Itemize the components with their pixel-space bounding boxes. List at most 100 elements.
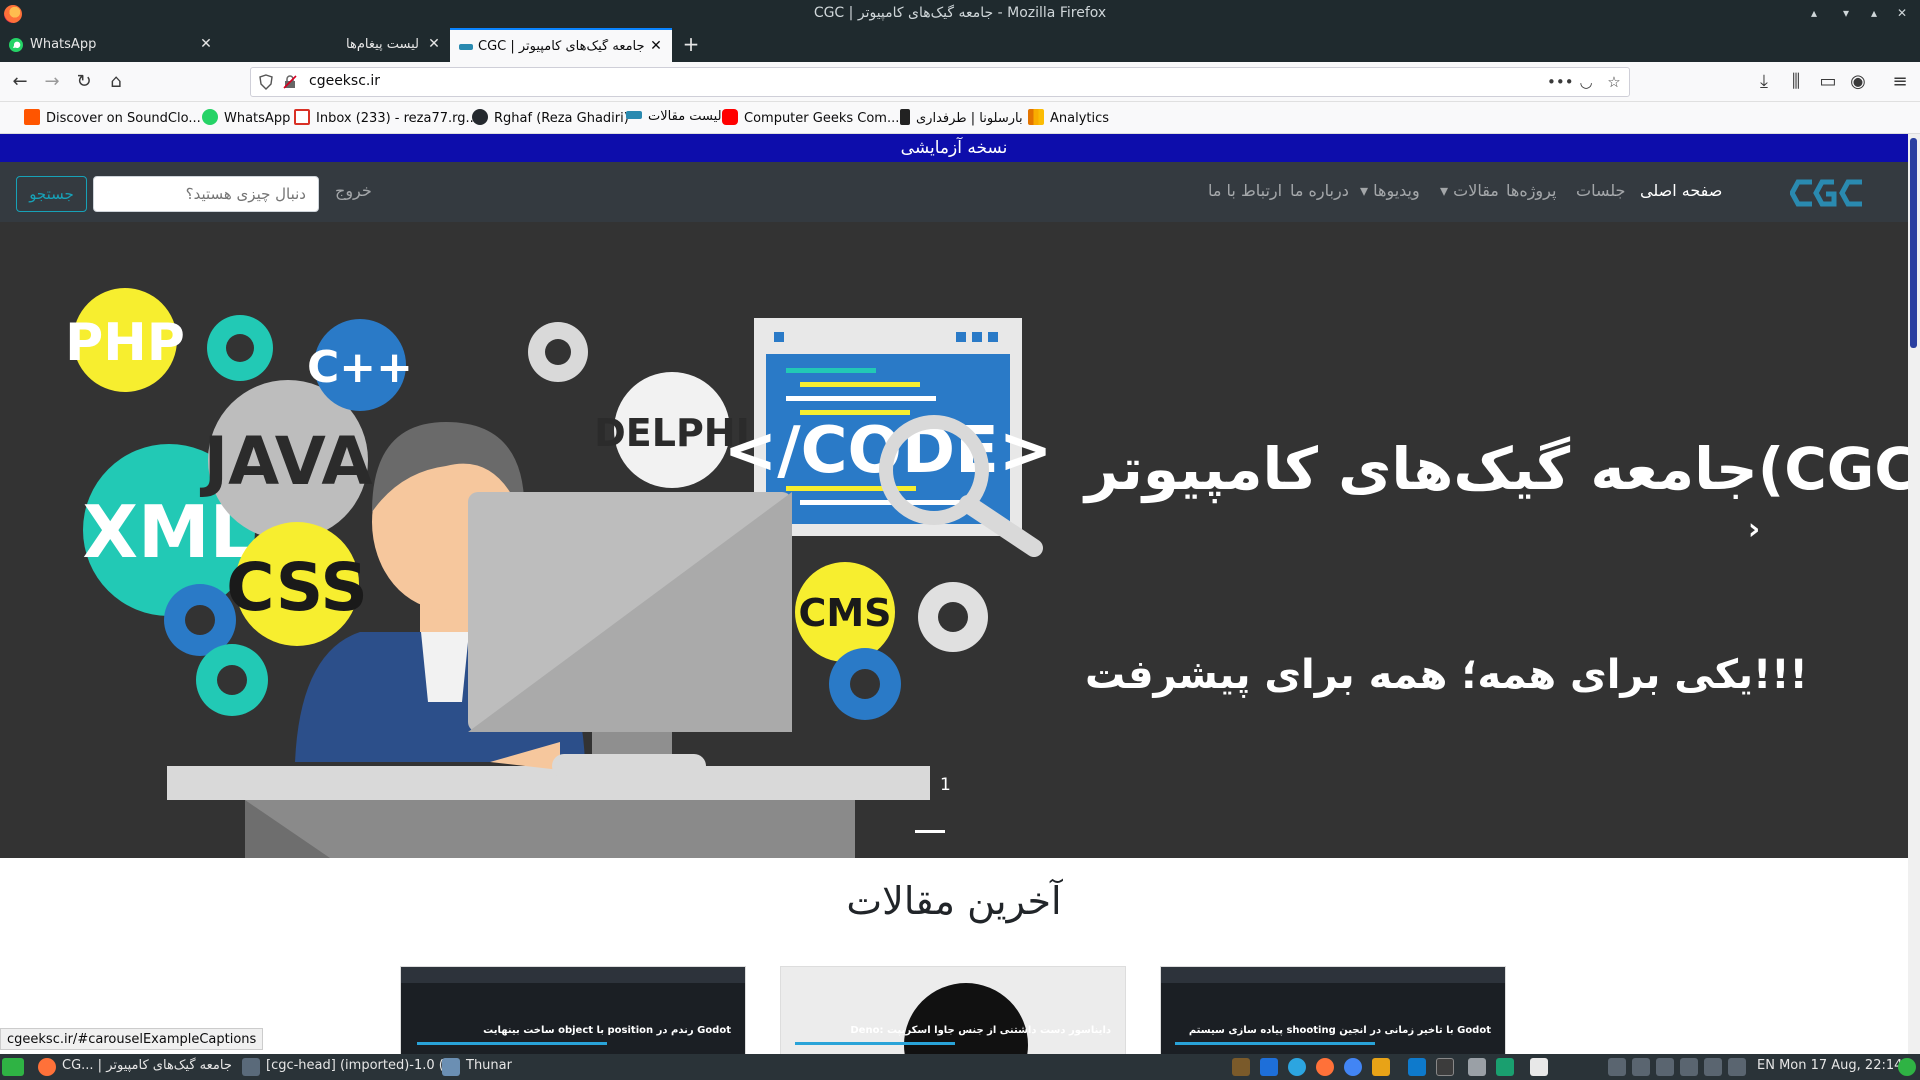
php-label: PHP (65, 313, 185, 373)
window-titlebar: CGC | جامعه گیک‌های کامپیوتر - Mozilla F… (0, 0, 1920, 28)
gear-icon (918, 582, 988, 652)
gear-icon (528, 322, 588, 382)
terminal-icon[interactable] (1436, 1058, 1454, 1076)
nav-projects[interactable]: پروژه‌ها (1506, 181, 1556, 200)
vscode-icon[interactable] (1408, 1058, 1426, 1076)
attachment-icon[interactable] (1656, 1058, 1674, 1076)
article-card[interactable]: ساخت بینهایت object با position رندم در … (400, 966, 746, 1054)
gmail-icon (294, 109, 310, 125)
close-tab-icon[interactable]: ✕ (648, 38, 664, 54)
bookmark-youtube[interactable]: Computer Geeks Com... (722, 109, 899, 127)
home-icon[interactable]: ⌂ (104, 70, 128, 94)
tab-label: CGC | جامعه گیک‌های کامپیوتر (478, 39, 644, 54)
window-icon[interactable] (1468, 1058, 1486, 1076)
restore-icon[interactable]: ▾ (1838, 5, 1854, 21)
card-caption: پیاده سازی سیستم shooting با تاخیر زمانی… (1188, 1025, 1491, 1036)
shield-icon[interactable] (1704, 1058, 1722, 1076)
hero-carousel: PHP XML JAVA C++ CSS DELPHI CMS </CODE> … (0, 222, 1908, 858)
bookmark-soundcloud[interactable]: Discover on SoundClo... (24, 109, 201, 127)
carousel-indicator[interactable] (915, 830, 945, 833)
java-label: JAVA (200, 423, 373, 500)
github-icon (472, 109, 488, 125)
app-icon[interactable] (1496, 1058, 1514, 1076)
bookmark-tarafdari[interactable]: بارسلونا | طرفداری (900, 109, 1023, 127)
article-card[interactable]: Deno: دایناسور دست داشتنی از جنس جاوا اس… (780, 966, 1126, 1054)
bookmark-analytics[interactable]: Analytics (1028, 109, 1109, 127)
filezilla-icon[interactable] (1372, 1058, 1390, 1076)
nav-contact[interactable]: ارتباط با ما (1208, 181, 1282, 200)
bookmarks-toolbar: Discover on SoundClo... WhatsApp Inbox (… (0, 102, 1920, 134)
bookmark-star-icon[interactable]: ☆ (1603, 71, 1625, 93)
nav-sessions[interactable]: جلسات (1576, 181, 1625, 200)
bookmark-articles[interactable]: لیست مقالات (626, 109, 722, 127)
taskbar-virtualbox[interactable]: [cgc-head] (imported)-1.0 (... (266, 1058, 456, 1073)
maximize-icon[interactable]: ▴ (1866, 5, 1882, 21)
whatsapp-icon (202, 109, 218, 125)
nav-articles-dropdown[interactable]: ▾ مقالات (1440, 181, 1499, 200)
firefox-window-icon[interactable] (1530, 1058, 1548, 1076)
close-tab-icon[interactable]: ✕ (198, 36, 214, 52)
reload-icon[interactable]: ↻ (72, 70, 96, 94)
chart-app-icon[interactable] (1260, 1058, 1278, 1076)
forward-icon[interactable]: → (40, 70, 64, 94)
cms-label: CMS (798, 591, 891, 635)
tray-icon[interactable] (1608, 1058, 1626, 1076)
nav-home[interactable]: صفحه اصلی (1640, 181, 1722, 200)
card-caption: Deno: دایناسور دست داشتنی از جنس جاوا اس… (850, 1025, 1111, 1036)
minimize-icon[interactable]: ▴ (1806, 5, 1822, 21)
clipboard-icon[interactable] (1632, 1058, 1650, 1076)
card-thumbnail-toolbar (401, 967, 745, 983)
sidebar-icon[interactable]: ▭ (1816, 70, 1840, 94)
downloads-icon[interactable]: ⤓ (1752, 70, 1776, 94)
page-scrollbar[interactable] (1908, 134, 1920, 1054)
search-button[interactable]: جستجو (16, 176, 87, 212)
bookmark-whatsapp[interactable]: WhatsApp (202, 109, 290, 127)
gear-icon (196, 644, 268, 716)
close-window-icon[interactable]: ✕ (1894, 5, 1910, 21)
search-input[interactable] (93, 176, 319, 212)
library-icon[interactable]: ⫼ (1784, 70, 1808, 94)
css-label: CSS (226, 549, 368, 626)
power-icon[interactable] (1898, 1058, 1916, 1076)
article-card[interactable]: پیاده سازی سیستم shooting با تاخیر زمانی… (1160, 966, 1506, 1054)
close-tab-icon[interactable]: ✕ (426, 36, 442, 52)
tab-messages[interactable]: لیست پیغام‌ها ✕ (222, 28, 450, 62)
firefox-launcher-icon[interactable] (1316, 1058, 1334, 1076)
back-icon[interactable]: ← (8, 70, 32, 94)
nav-about[interactable]: درباره ما (1290, 181, 1349, 200)
pocket-icon[interactable]: ◡ (1575, 71, 1597, 93)
taskbar-thunar[interactable]: Thunar (466, 1058, 512, 1073)
tab-cgc[interactable]: CGC | جامعه گیک‌های کامپیوتر ✕ (450, 28, 672, 62)
scrollbar-thumb[interactable] (1910, 138, 1917, 348)
insecure-lock-icon[interactable] (283, 75, 297, 89)
app-menu-icon[interactable] (2, 1058, 24, 1076)
tab-whatsapp[interactable]: WhatsApp ✕ (0, 28, 222, 62)
nav-videos-dropdown[interactable]: ▾ ویدیوها (1360, 181, 1420, 200)
shield-icon[interactable] (259, 74, 273, 90)
bookmark-github[interactable]: Rghaf (Reza Ghadiri) (472, 109, 629, 127)
page-actions-icon[interactable]: ••• (1547, 71, 1574, 93)
bookmark-gmail[interactable]: Inbox (233) - reza77.rg... (294, 109, 478, 127)
hero-title: جامعه گیک‌های کامپیوتر(CGC) (1085, 435, 1908, 503)
cgc-favicon-icon (626, 111, 642, 119)
url-bar[interactable]: cgeeksc.ir ••• ◡ ☆ (250, 67, 1630, 97)
wifi-icon[interactable] (1680, 1058, 1698, 1076)
gear-icon (207, 315, 273, 381)
menu-icon[interactable]: ≡ (1888, 70, 1912, 94)
new-tab-button[interactable]: + (680, 33, 702, 55)
taskbar-firefox[interactable]: CG... | جامعه گیک‌های کامپیوتر (62, 1058, 232, 1073)
telegram-icon[interactable] (1288, 1058, 1306, 1076)
chrome-icon[interactable] (1344, 1058, 1362, 1076)
cgc-logo[interactable] (1790, 176, 1866, 210)
gimp-icon[interactable] (1232, 1058, 1250, 1076)
carousel-next-icon[interactable]: › (1742, 512, 1766, 552)
logout-link[interactable]: خروج (335, 181, 372, 200)
card-thumbnail-toolbar (1161, 967, 1505, 983)
url-text: cgeeksc.ir (309, 73, 381, 89)
volume-icon[interactable] (1728, 1058, 1746, 1076)
cgc-favicon-icon (459, 44, 473, 50)
taskbar-clock[interactable]: EN Mon 17 Aug, 22:14 (1757, 1058, 1902, 1073)
tab-label: لیست پیغام‌ها (346, 37, 420, 52)
account-icon[interactable]: ◉ (1846, 70, 1870, 94)
latest-articles-title: آخرین مقالات (846, 879, 1062, 923)
